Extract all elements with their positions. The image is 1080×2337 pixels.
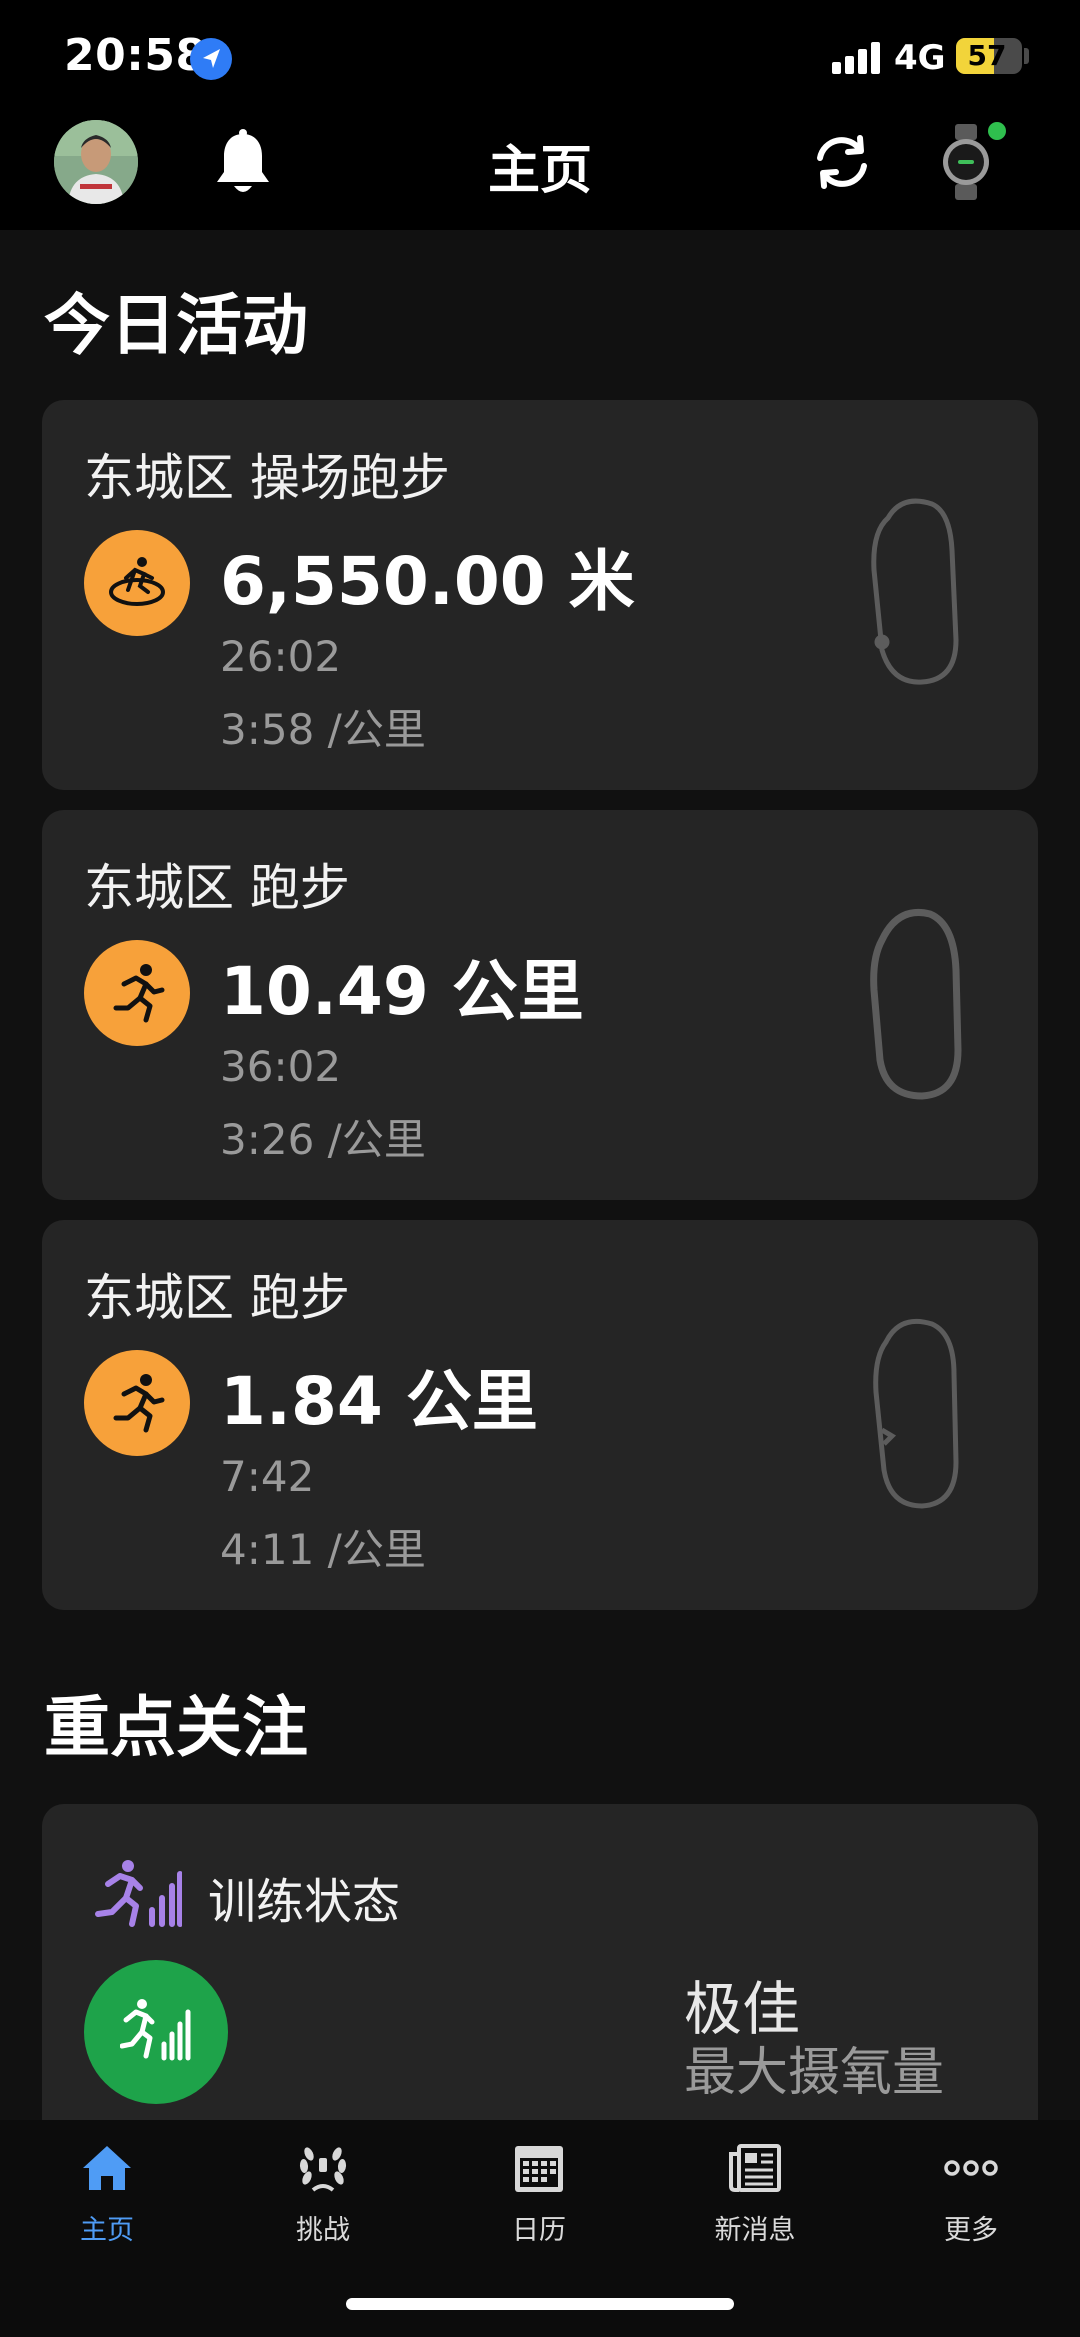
- more-icon: [944, 2160, 998, 2176]
- smartwatch-device-icon[interactable]: [938, 122, 994, 202]
- activity-distance: 10.49 公里: [220, 953, 584, 1030]
- activity-title: 东城区 跑步: [84, 1269, 350, 1327]
- location-arrow-icon: [190, 38, 232, 80]
- page-title: 主页: [487, 141, 592, 201]
- home-indicator[interactable]: [346, 2298, 734, 2310]
- running-icon: [84, 940, 190, 1046]
- activity-title: 东城区 跑步: [84, 859, 350, 917]
- activity-distance: 6,550.00 米: [220, 543, 635, 620]
- training-status-card[interactable]: 训练状态 极佳 最大摄氧量: [42, 1804, 1038, 2144]
- tab-label: 主页: [80, 2215, 134, 2246]
- activity-card[interactable]: 东城区 跑步 1.84 公里 7:42 4:11 /公里: [42, 1220, 1038, 1610]
- tab-label: 日历: [512, 2215, 566, 2246]
- network-type: 4G: [894, 38, 946, 78]
- route-map-thumbnail: [842, 900, 982, 1110]
- training-status-metric: 最大摄氧量: [684, 2043, 945, 2103]
- tab-more[interactable]: 更多: [896, 2140, 1046, 2270]
- tab-newsfeed[interactable]: 新消息: [680, 2140, 830, 2270]
- home-screen: 20:58 4G 57 主页 今日活动 东城区 操场跑步 6,550.00 米 …: [0, 0, 1080, 2337]
- training-status-indicator: [84, 1960, 228, 2104]
- newsfeed-icon: [729, 2144, 781, 2192]
- training-status-icon: [92, 1858, 183, 1930]
- activity-duration: 7:42: [220, 1452, 315, 1501]
- notification-bell-icon[interactable]: [212, 128, 274, 198]
- activity-card[interactable]: 东城区 跑步 10.49 公里 36:02 3:26 /公里: [42, 810, 1038, 1200]
- activity-title: 东城区 操场跑步: [84, 449, 450, 507]
- tab-challenges[interactable]: 挑战: [248, 2140, 398, 2270]
- tab-label: 更多: [944, 2215, 998, 2246]
- cellular-signal-icon: [832, 40, 882, 74]
- battery-tip: [1024, 48, 1029, 64]
- route-map-thumbnail: [842, 1310, 982, 1520]
- status-time: 20:58: [64, 30, 207, 81]
- calendar-icon: [515, 2146, 563, 2192]
- laurel-icon: [299, 2147, 347, 2192]
- activity-distance: 1.84 公里: [220, 1363, 538, 1440]
- activity-duration: 26:02: [220, 632, 342, 681]
- tab-label: 新消息: [714, 2215, 796, 2246]
- sync-icon[interactable]: [808, 128, 876, 196]
- device-connected-dot: [988, 122, 1006, 140]
- running-icon: [84, 1350, 190, 1456]
- tab-label: 挑战: [296, 2215, 350, 2246]
- activity-card[interactable]: 东城区 操场跑步 6,550.00 米 26:02 3:58 /公里: [42, 400, 1038, 790]
- focus-section-title: 重点关注: [44, 1689, 308, 1766]
- avatar[interactable]: [54, 120, 138, 204]
- tab-home[interactable]: 主页: [32, 2140, 182, 2270]
- activity-pace: 3:58 /公里: [220, 705, 426, 754]
- activity-pace: 4:11 /公里: [220, 1525, 426, 1574]
- activity-duration: 36:02: [220, 1042, 342, 1091]
- home-icon: [83, 2146, 131, 2190]
- status-bar: 20:58 4G 57: [0, 0, 1080, 118]
- activity-pace: 3:26 /公里: [220, 1115, 426, 1164]
- track-running-icon: [84, 530, 190, 636]
- today-section-title: 今日活动: [44, 287, 308, 364]
- app-header: 主页: [0, 118, 1080, 230]
- tab-calendar[interactable]: 日历: [464, 2140, 614, 2270]
- battery-percent: 57: [967, 39, 1007, 72]
- route-map-thumbnail: [842, 490, 982, 700]
- training-status-label: 训练状态: [208, 1874, 401, 1930]
- battery-icon: 57: [956, 38, 1022, 74]
